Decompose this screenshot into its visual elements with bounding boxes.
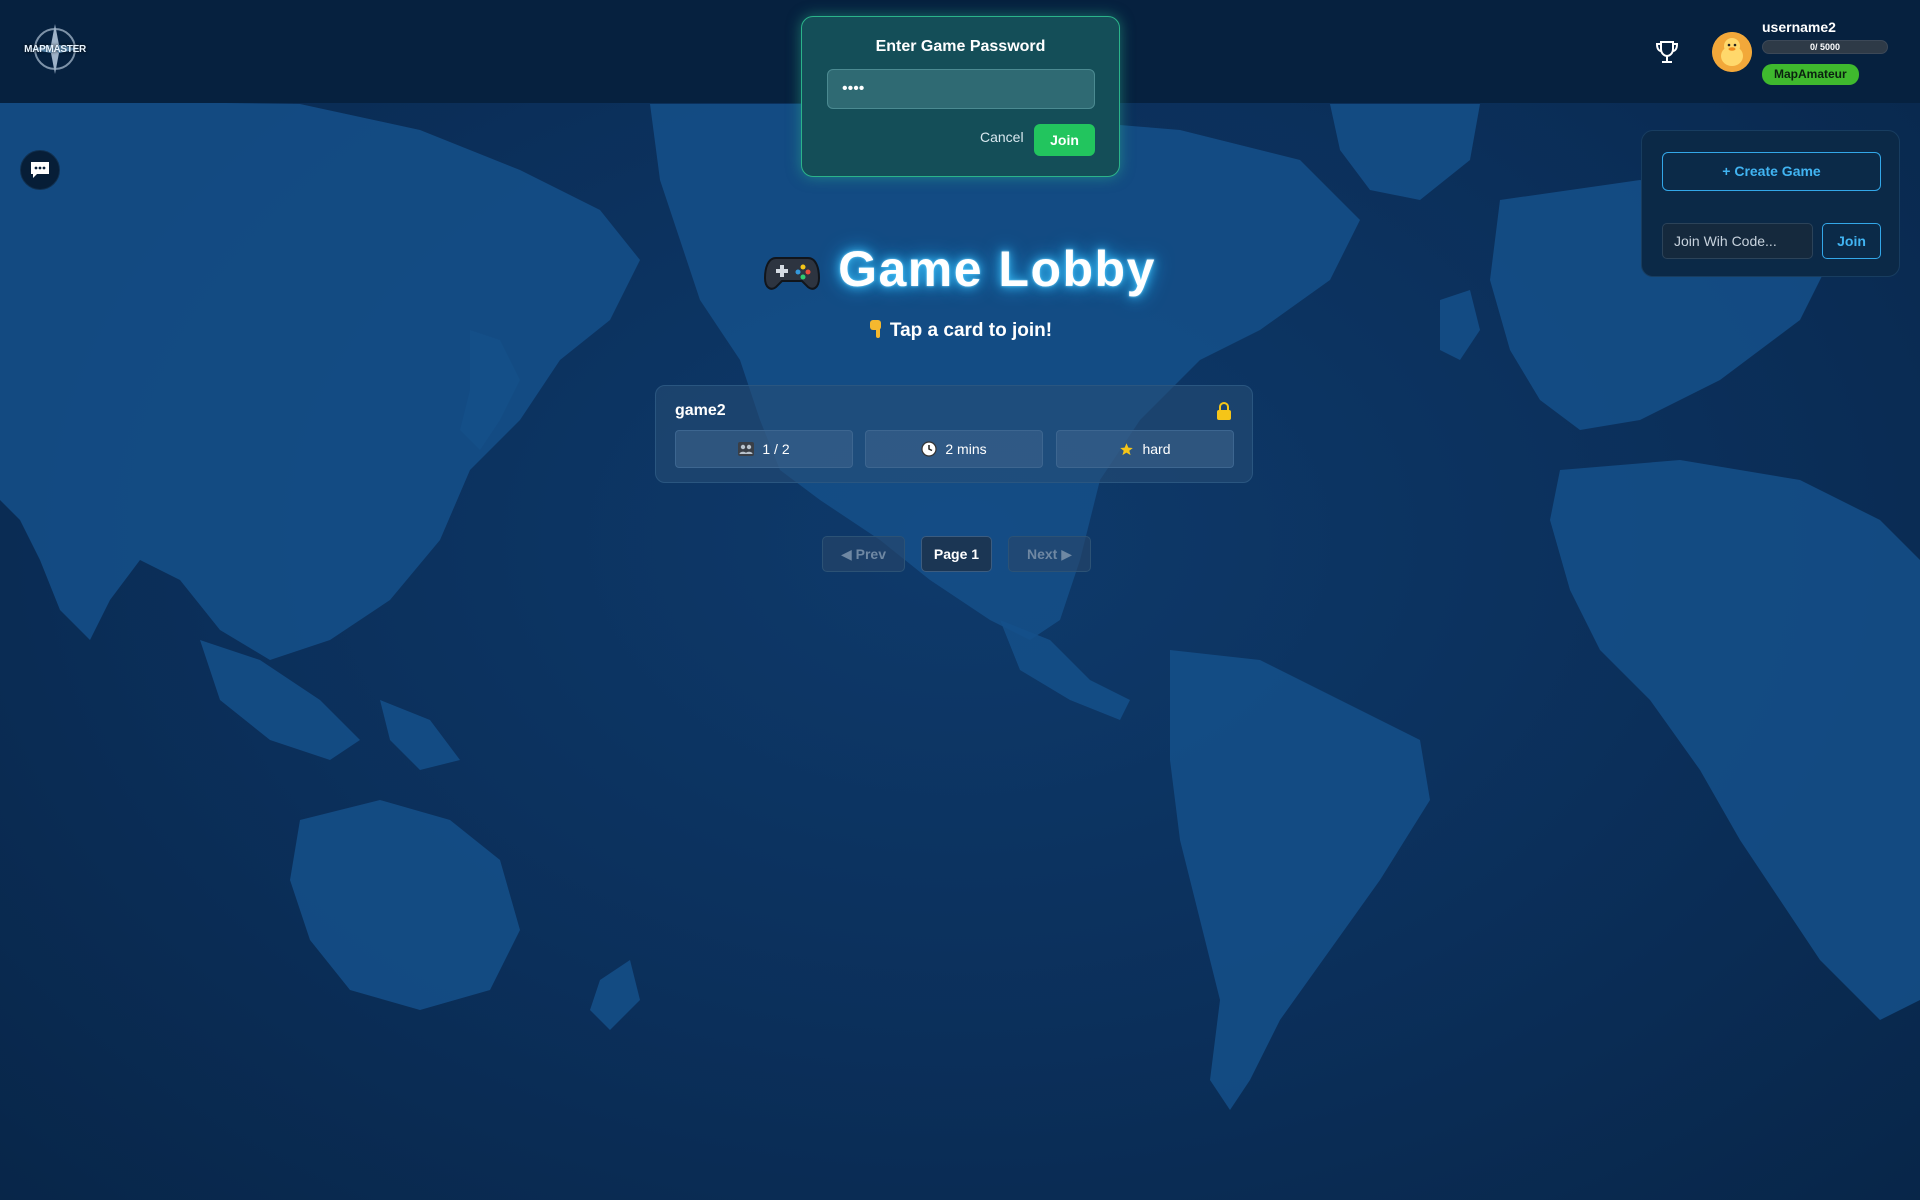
clock-icon [921, 441, 937, 457]
players-stat: 1 / 2 [675, 430, 853, 468]
join-game-button[interactable]: Join [1034, 124, 1095, 156]
players-icon [738, 442, 755, 456]
next-page-button[interactable]: Next ▶ [1008, 536, 1091, 572]
create-game-button[interactable]: + Create Game [1662, 152, 1881, 191]
page-title-text: Game Lobby [838, 241, 1156, 297]
current-page-indicator: Page 1 [921, 536, 992, 572]
logo-text: MAPMASTER [24, 44, 86, 55]
avatar[interactable] [1712, 32, 1752, 72]
trophy-icon[interactable] [1655, 39, 1679, 65]
world-map-background [0, 0, 1920, 1200]
password-modal-title: Enter Game Password [875, 38, 1046, 55]
duck-avatar-icon [1712, 32, 1752, 72]
difficulty-value: hard [1142, 441, 1171, 457]
password-modal: Enter Game Password •••• Cancel Join [801, 16, 1120, 177]
world-map-land [0, 100, 1920, 1110]
page-title: Game Lobby [0, 240, 1920, 304]
username: username2 [1762, 19, 1836, 35]
lock-icon [1216, 401, 1232, 421]
chat-bubble-icon [31, 162, 49, 178]
prev-page-button[interactable]: ◀ Prev [822, 536, 905, 572]
chat-button[interactable] [20, 150, 60, 190]
duration-stat: 2 mins [865, 430, 1043, 468]
rank-badge: MapAmateur [1762, 64, 1859, 85]
subtitle-text: Tap a card to join! [889, 320, 1053, 341]
mapmaster-logo[interactable]: MAPMASTER [22, 20, 88, 78]
gamepad-icon [764, 246, 821, 304]
difficulty-stat: hard [1056, 430, 1234, 468]
game-card[interactable]: game2 1 / 2 2 mins hard [655, 385, 1253, 483]
xp-progress-bar: 0/ 5000 [1762, 40, 1888, 54]
pointing-hand-icon [868, 319, 884, 345]
duration-value: 2 mins [945, 441, 987, 457]
page-subtitle: Tap a card to join! [0, 319, 1920, 345]
players-count: 1 / 2 [762, 441, 790, 457]
cancel-button[interactable]: Cancel [980, 129, 1024, 145]
star-icon [1120, 442, 1134, 455]
game-name: game2 [675, 402, 726, 419]
password-input[interactable]: •••• [827, 69, 1095, 109]
